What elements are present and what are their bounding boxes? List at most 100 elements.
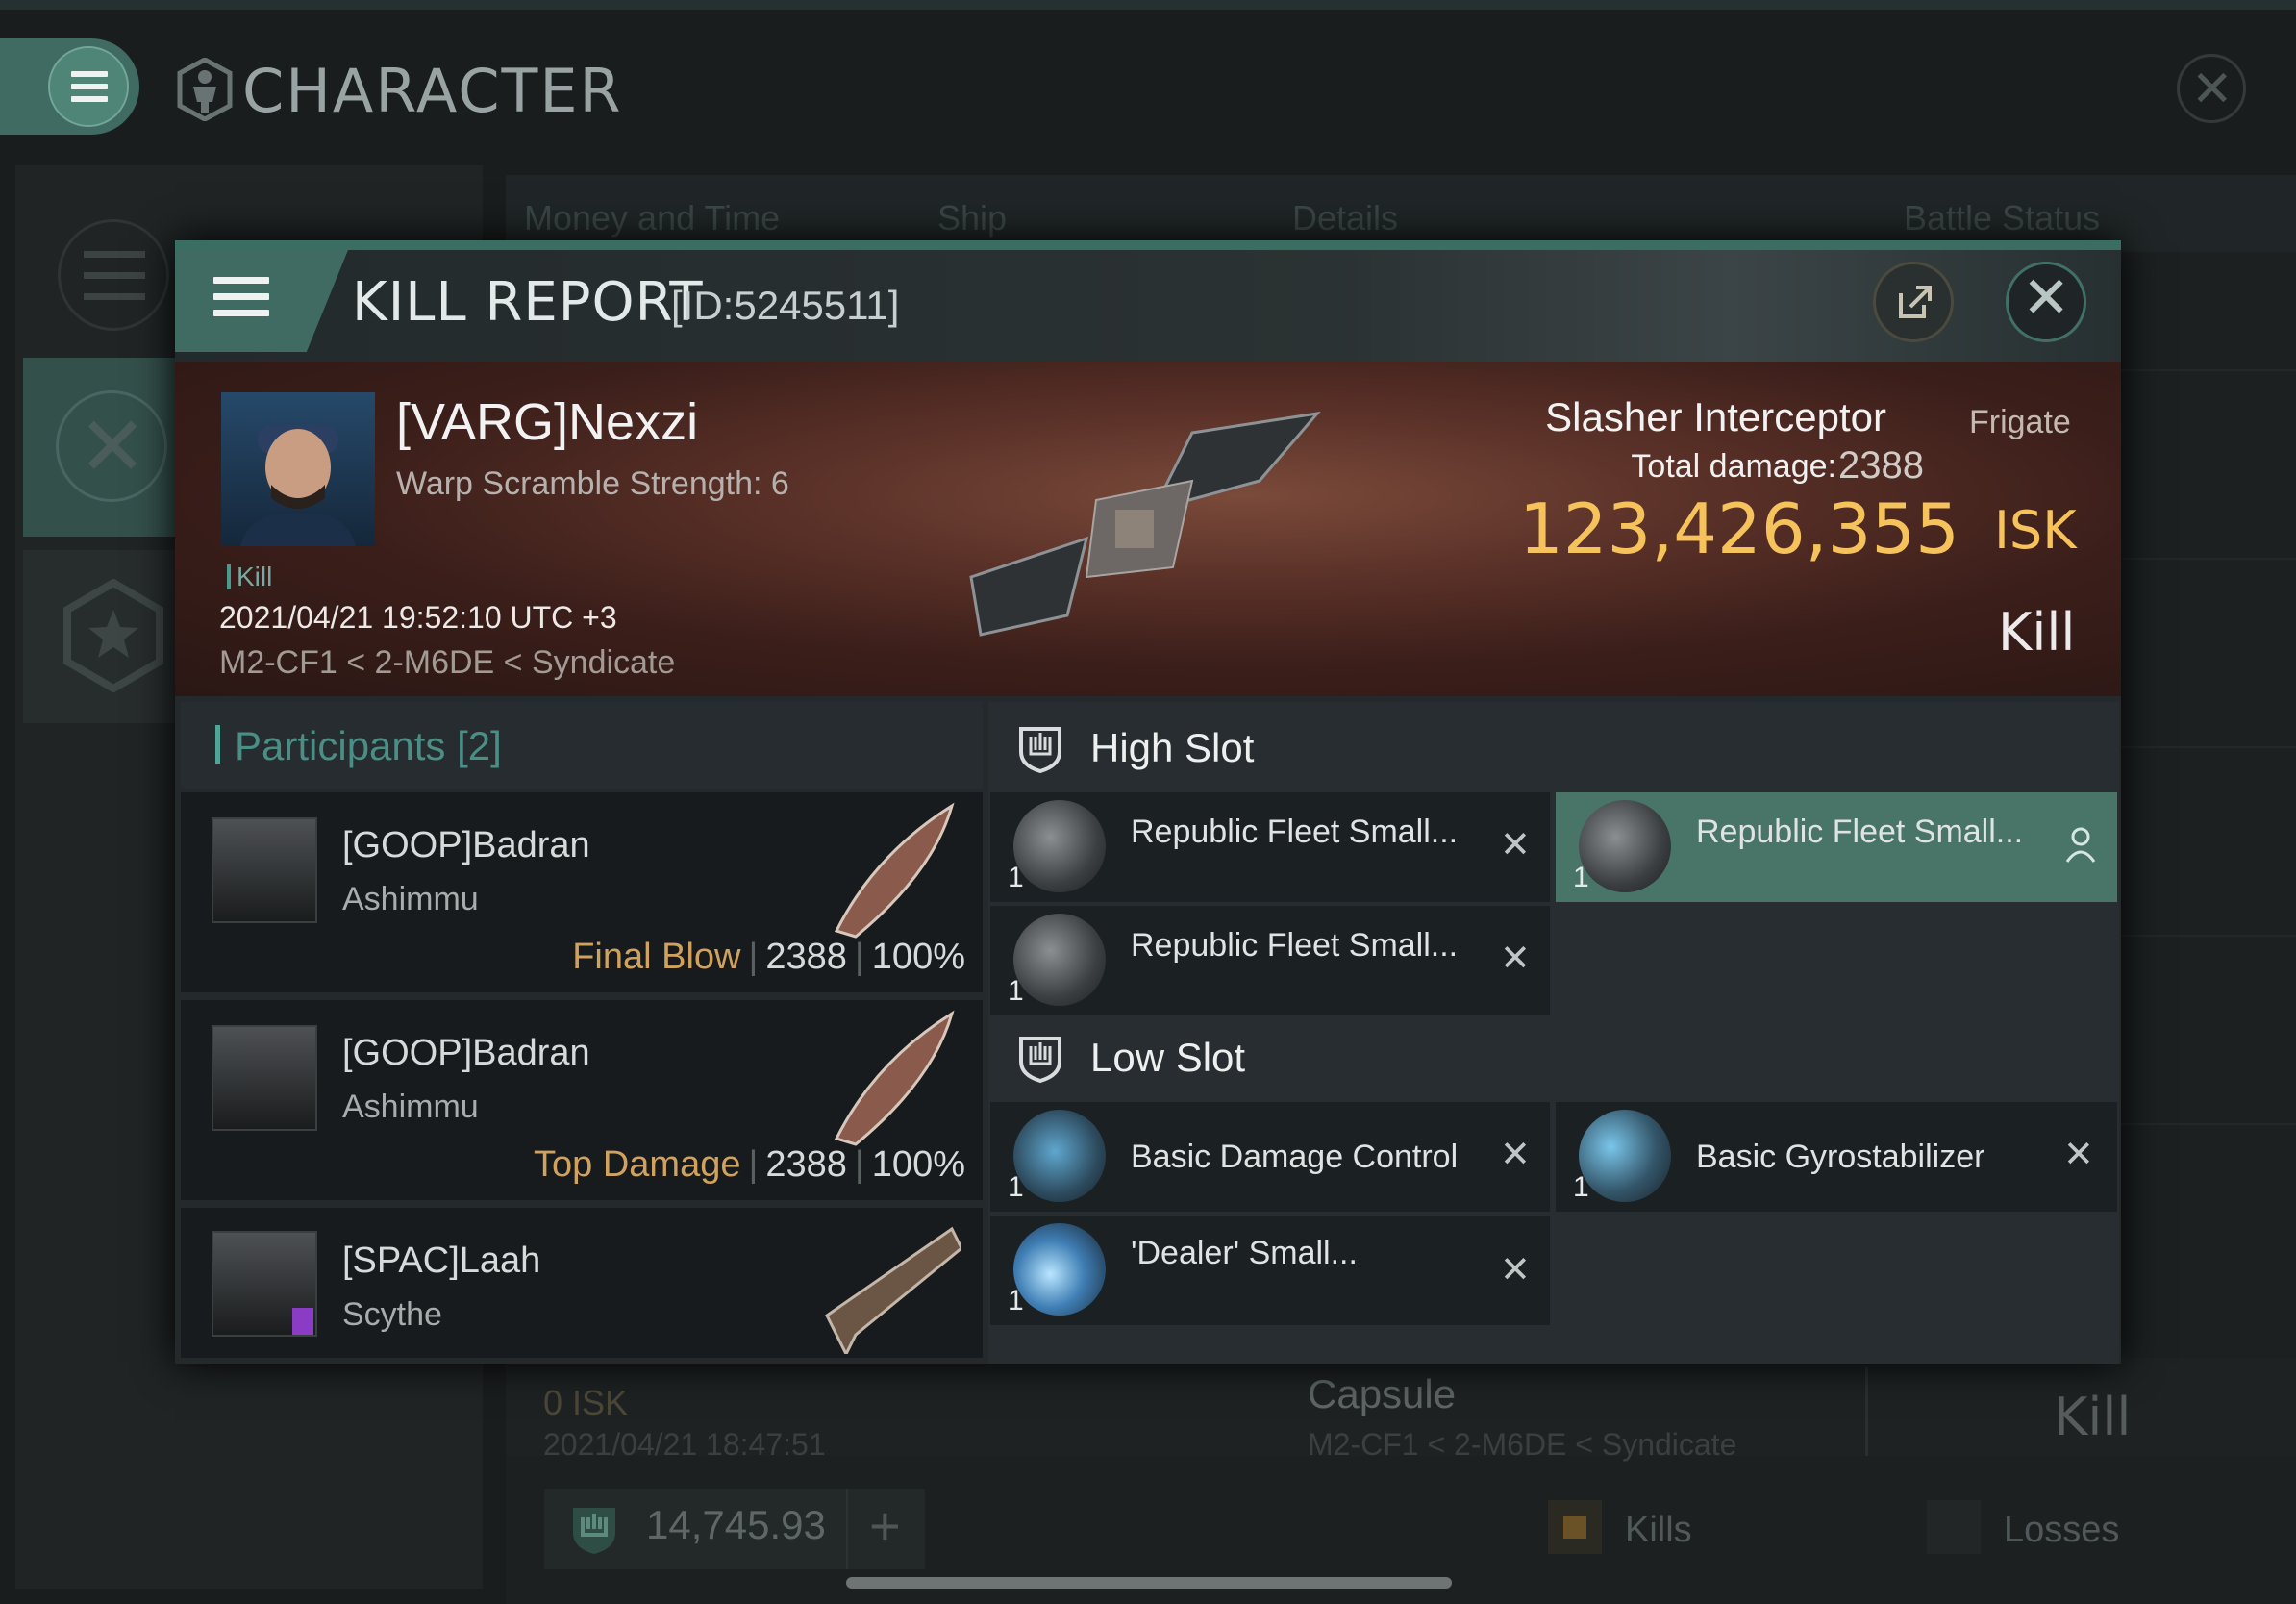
low-slot-icon: [1019, 1037, 1061, 1083]
participant-role: Top Damage: [534, 1144, 741, 1185]
kills-label: Kills: [1625, 1510, 1692, 1550]
sidebar-menu-button[interactable]: [58, 219, 169, 331]
module-name: Republic Fleet Small...: [1131, 927, 1459, 964]
divider: [1865, 1367, 1868, 1456]
hamburger-icon: [213, 277, 269, 323]
ship-name[interactable]: Slasher Interceptor: [1545, 394, 1886, 440]
losses-checkbox[interactable]: [1927, 1500, 1981, 1554]
damage-control-icon: [1013, 1110, 1106, 1202]
low-slot-label: Low Slot: [1090, 1035, 1246, 1080]
ship-class: Frigate: [1969, 404, 2071, 440]
row-isk: 0 ISK: [543, 1383, 629, 1422]
dropped-person-icon: [2065, 827, 2096, 863]
participant-portrait: [212, 1025, 317, 1131]
module-quantity: 1: [1008, 1285, 1024, 1316]
destroyed-icon: ✕: [1500, 939, 1531, 979]
horizontal-scrollbar[interactable]: [846, 1577, 1452, 1589]
wallet-shield-icon: [573, 1508, 615, 1554]
close-icon: ✕: [2022, 265, 2071, 330]
ammo-icon: [1013, 1223, 1106, 1316]
high-slot-label: High Slot: [1090, 725, 1255, 770]
participant-stats: Final Blow | 2388 | 100%: [572, 937, 965, 977]
add-funds-button[interactable]: +: [846, 1489, 925, 1569]
victim-pilot-name[interactable]: [VARG]Nexzi: [396, 392, 698, 452]
module-quantity: 1: [1573, 1171, 1589, 1203]
high-slot-icon: [1019, 727, 1061, 773]
module-name: 'Dealer' Small...: [1131, 1235, 1358, 1271]
participants-label: Participants [2]: [235, 723, 502, 768]
plus-icon: +: [869, 1495, 901, 1556]
participant-role: Final Blow: [572, 937, 741, 977]
close-window-button[interactable]: ✕: [2177, 54, 2246, 123]
star-badge-icon: [63, 579, 163, 692]
participant-ship-image: [834, 1010, 955, 1146]
participant-ship: Ashimmu: [342, 1089, 479, 1125]
row-ship: Capsule: [1308, 1371, 1457, 1416]
participant-name: [GOOP]Badran: [342, 825, 590, 865]
module-name: Republic Fleet Small...: [1696, 814, 2024, 850]
row-location: M2-CF1 < 2-M6DE < Syndicate: [1308, 1427, 1737, 1462]
losses-label: Losses: [2004, 1510, 2120, 1550]
external-link-icon: [1899, 286, 1932, 318]
destroyed-icon: ✕: [2063, 1135, 2094, 1175]
participant-ship-image: [834, 802, 955, 939]
kill-tag-label: Kill: [237, 562, 273, 591]
kill-id: [ID:5245511]: [671, 283, 900, 328]
row-status: Kill: [2054, 1387, 2132, 1447]
gyrostabilizer-icon: [1579, 1110, 1671, 1202]
kill-tag: Kill: [227, 562, 272, 592]
top-border: [0, 0, 2296, 10]
share-button[interactable]: [1873, 262, 1954, 342]
participant-name: [SPAC]Laah: [342, 1241, 541, 1281]
participant-percent: 100%: [871, 1144, 965, 1185]
close-icon: ✕: [2191, 62, 2234, 117]
destroyed-icon: ✕: [1500, 1250, 1531, 1291]
module-quantity: 1: [1008, 1171, 1024, 1203]
participants-count: [2]: [457, 723, 502, 768]
crossed-swords-icon: ✕: [56, 390, 167, 502]
turret-icon: [1013, 914, 1106, 1006]
hamburger-icon: [48, 46, 129, 127]
column-details[interactable]: Details: [1292, 198, 1398, 238]
kill-location: M2-CF1 < 2-M6DE < Syndicate: [219, 644, 676, 681]
kills-checkbox[interactable]: [1548, 1500, 1602, 1554]
turret-icon: [1013, 800, 1106, 892]
participant-damage: 2388: [765, 1144, 847, 1185]
total-damage-label: Total damage:: [1631, 448, 1836, 485]
main-menu-button[interactable]: [0, 38, 139, 135]
participant-percent: 100%: [871, 937, 965, 977]
row-date: 2021/04/21 18:47:51: [543, 1427, 826, 1462]
kill-timestamp: 2021/04/21 19:52:10 UTC +3: [219, 600, 617, 635]
total-damage-value: 2388: [1838, 444, 1924, 487]
wallet-balance: 14,745.93: [646, 1502, 826, 1547]
dialog-accent-bar: [175, 240, 2121, 250]
module-name: Basic Gyrostabilizer: [1696, 1139, 1985, 1175]
turret-icon: [1579, 800, 1671, 892]
participant-ship-image: [825, 1226, 961, 1354]
dialog-title: KILL REPORT: [352, 271, 704, 334]
participant-ship: Scythe: [342, 1296, 442, 1333]
module-quantity: 1: [1573, 862, 1589, 893]
column-money-time[interactable]: Money and Time: [524, 198, 780, 238]
isk-value: 123,426,355: [1518, 489, 1959, 569]
kill-status: Kill: [1998, 602, 2076, 663]
participant-name: [GOOP]Badran: [342, 1033, 590, 1073]
module-name: Republic Fleet Small...: [1131, 814, 1459, 850]
module-quantity: 1: [1008, 975, 1024, 1007]
close-dialog-button[interactable]: ✕: [2006, 262, 2086, 342]
participant-portrait: [212, 817, 317, 923]
participant-damage: 2388: [765, 937, 847, 977]
page-title: CHARACTER: [242, 56, 623, 126]
participant-stats: Top Damage | 2388 | 100%: [534, 1144, 965, 1185]
destroyed-icon: ✕: [1500, 1135, 1531, 1175]
destroyed-icon: ✕: [1500, 825, 1531, 865]
module-name: Basic Damage Control: [1131, 1139, 1459, 1175]
victim-portrait[interactable]: [221, 392, 375, 546]
participant-ship: Ashimmu: [342, 881, 479, 917]
column-battle-status[interactable]: Battle Status: [1904, 198, 2100, 238]
module-quantity: 1: [1008, 862, 1024, 893]
faction-badge-icon: [292, 1308, 313, 1335]
column-ship[interactable]: Ship: [937, 198, 1007, 238]
warp-scramble-strength: Warp Scramble Strength: 6: [396, 465, 789, 502]
ship-render: [969, 411, 1321, 637]
